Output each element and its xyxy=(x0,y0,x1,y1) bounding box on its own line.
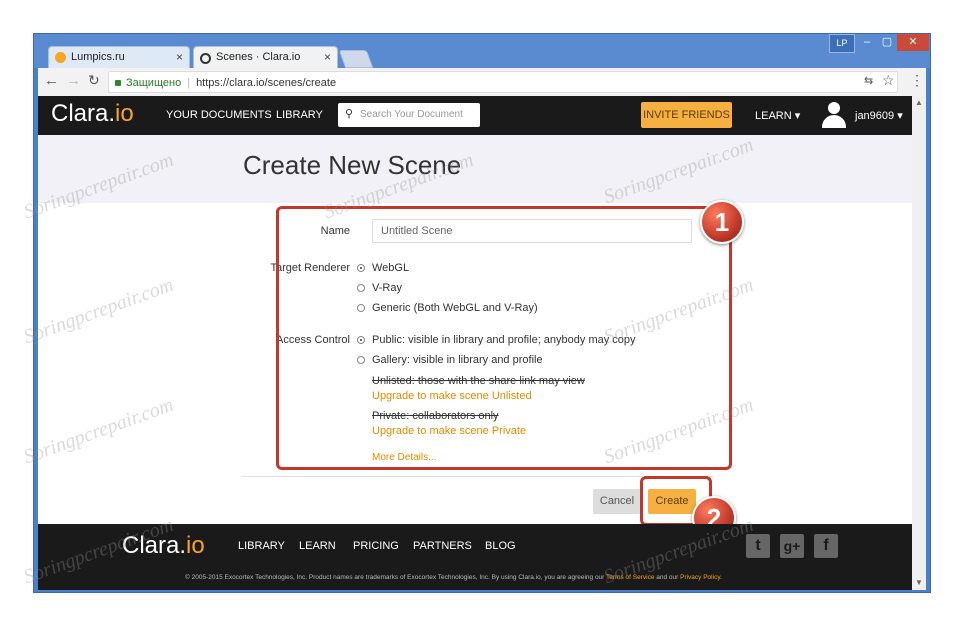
footer-blog[interactable]: BLOG xyxy=(485,540,516,552)
tab-label: Lumpics.ru xyxy=(71,51,125,63)
address-bar[interactable]: Защищено | https://clara.io/scenes/create xyxy=(108,71,898,93)
forward-icon[interactable]: → xyxy=(66,72,81,89)
nav-your-documents[interactable]: YOUR DOCUMENTS xyxy=(166,109,272,121)
bookmark-star-icon[interactable]: ☆ xyxy=(882,72,895,89)
reload-icon[interactable]: ↻ xyxy=(88,72,100,89)
maximize-icon[interactable]: ▢ xyxy=(877,34,897,51)
footer-learn[interactable]: LEARN xyxy=(299,540,336,552)
scroll-down-icon[interactable]: ▼ xyxy=(915,578,923,587)
minimize-icon[interactable]: – xyxy=(857,34,877,51)
lumpics-favicon-icon xyxy=(55,52,66,63)
clara-favicon-icon xyxy=(200,53,211,64)
tab-lumpics[interactable]: Lumpics.ru × xyxy=(48,46,190,68)
footer-partners[interactable]: PARTNERS xyxy=(413,540,472,552)
tab-clara[interactable]: Scenes · Clara.io × xyxy=(193,46,338,68)
nav-library[interactable]: LIBRARY xyxy=(276,109,323,121)
clara-logo[interactable]: Clara.io xyxy=(51,100,134,128)
close-window-icon[interactable]: ✕ xyxy=(897,34,929,51)
tab-label: Scenes · Clara.io xyxy=(216,51,301,63)
menu-icon[interactable]: ⋮ xyxy=(910,72,924,89)
google-plus-icon[interactable]: g+ xyxy=(780,534,804,558)
footer-pricing[interactable]: PRICING xyxy=(353,540,399,552)
translate-icon[interactable]: ⇆ xyxy=(864,74,873,87)
url-text: https://clara.io/scenes/create xyxy=(196,77,337,89)
facebook-icon[interactable]: f xyxy=(814,534,838,558)
search-input[interactable]: ⚲ Search Your Document xyxy=(338,103,480,127)
invite-friends-button[interactable]: INVITE FRIENDS xyxy=(641,102,732,128)
search-placeholder: Search Your Document xyxy=(360,109,463,120)
privacy-link[interactable]: Privacy Policy xyxy=(680,574,720,581)
scrollbar[interactable] xyxy=(912,96,926,590)
close-tab-icon[interactable]: × xyxy=(324,50,331,64)
close-tab-icon[interactable]: × xyxy=(176,50,183,64)
secure-label: Защищено xyxy=(126,77,182,89)
search-icon: ⚲ xyxy=(345,108,354,120)
cancel-button[interactable]: Cancel xyxy=(593,489,641,514)
user-menu[interactable]: jan9609 ▾ xyxy=(855,109,903,122)
back-icon[interactable]: ← xyxy=(44,72,59,89)
learn-dropdown[interactable]: LEARN ▾ xyxy=(755,109,800,122)
scroll-up-icon[interactable]: ▲ xyxy=(915,98,923,107)
profile-badge[interactable]: LP xyxy=(829,34,855,53)
footer-library[interactable]: LIBRARY xyxy=(238,540,285,552)
step-badge-1: 1 xyxy=(700,200,744,244)
lock-icon xyxy=(115,80,121,86)
avatar-icon[interactable] xyxy=(820,100,848,130)
